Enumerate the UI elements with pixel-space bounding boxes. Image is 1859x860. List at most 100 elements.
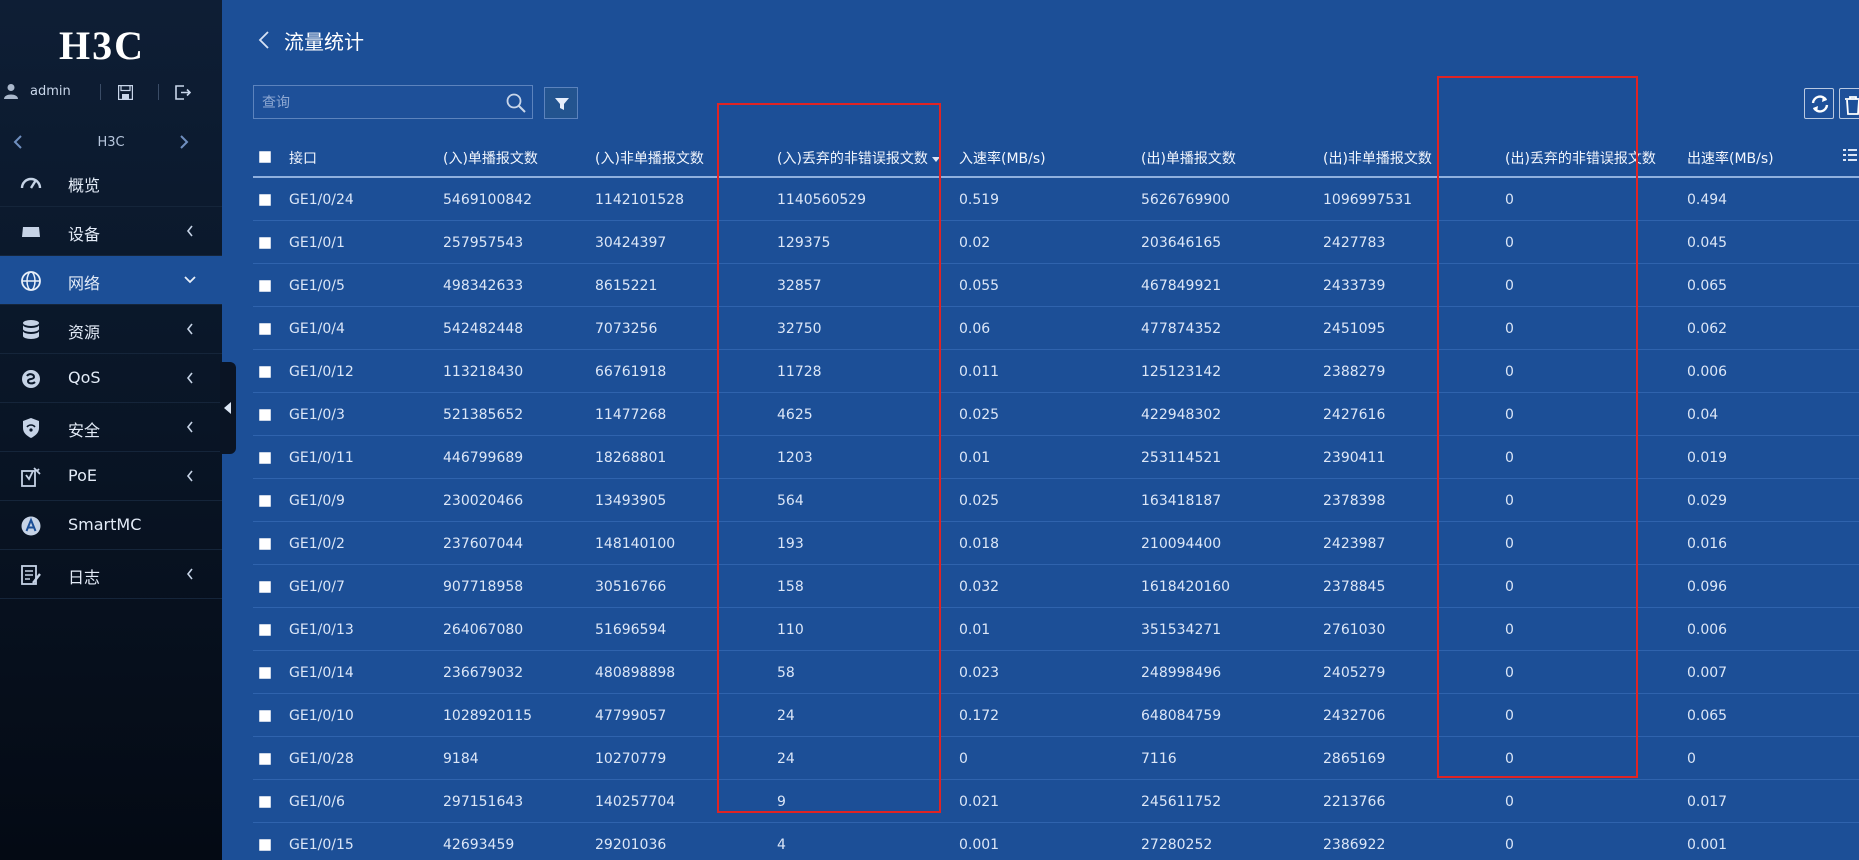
- column-header[interactable]: 接口: [289, 148, 317, 168]
- menu-item-qos[interactable]: QoS: [0, 354, 222, 403]
- search-icon[interactable]: [506, 93, 526, 113]
- chevron-right-icon[interactable]: [178, 134, 190, 150]
- row-checkbox[interactable]: [259, 495, 271, 507]
- table-cell: 237607044: [443, 536, 524, 552]
- save-icon[interactable]: [118, 85, 133, 100]
- table-cell: GE1/0/9: [289, 493, 345, 509]
- table-cell: 2865169: [1323, 751, 1386, 767]
- delete-button[interactable]: [1839, 88, 1859, 119]
- table-cell: 2378398: [1323, 493, 1386, 509]
- table-row[interactable]: GE1/0/6 297151643 140257704 9 0.021 245611752…: [253, 780, 1859, 823]
- column-settings-icon[interactable]: [1843, 148, 1857, 162]
- table-cell: 0.018: [959, 536, 1000, 552]
- table-row[interactable]: GE1/0/15 42693459 29201036 4 0.001 27280252 23…: [253, 823, 1859, 860]
- table-cell: 0.02: [959, 235, 991, 251]
- menu-item-device[interactable]: 设备: [0, 207, 222, 256]
- menu-item-security[interactable]: 安全: [0, 403, 222, 452]
- table-cell: 125123142: [1141, 364, 1222, 380]
- row-checkbox[interactable]: [259, 366, 271, 378]
- table-cell: 2405279: [1323, 665, 1386, 681]
- column-header[interactable]: 出速率(MB/s): [1687, 148, 1774, 168]
- column-header[interactable]: 入速率(MB/s): [959, 148, 1046, 168]
- table-cell: 2433739: [1323, 278, 1386, 294]
- table-cell: 0.172: [959, 708, 1000, 724]
- menu-item-log[interactable]: 日志: [0, 550, 222, 599]
- row-checkbox[interactable]: [259, 409, 271, 421]
- table-cell: 0.006: [1687, 622, 1728, 638]
- row-checkbox[interactable]: [259, 753, 271, 765]
- table-cell: 7116: [1141, 751, 1177, 767]
- table-cell: 0.062: [1687, 321, 1728, 337]
- menu-item-resource[interactable]: 资源: [0, 305, 222, 354]
- table-cell: 47799057: [595, 708, 667, 724]
- row-checkbox[interactable]: [259, 323, 271, 335]
- row-checkbox[interactable]: [259, 538, 271, 550]
- chevron-left-icon: [186, 470, 193, 482]
- column-header[interactable]: (出)非单播报文数: [1323, 148, 1432, 168]
- menu-item-network[interactable]: 网络: [0, 256, 222, 305]
- table-cell: 51696594: [595, 622, 667, 638]
- table-cell: 0.519: [959, 192, 1000, 208]
- filter-button[interactable]: [544, 87, 578, 119]
- row-checkbox[interactable]: [259, 839, 271, 851]
- table-cell: 29201036: [595, 837, 667, 853]
- table-cell: 9184: [443, 751, 479, 767]
- table-cell: 0: [1505, 794, 1514, 810]
- row-checkbox[interactable]: [259, 581, 271, 593]
- table-cell: 0.01: [959, 622, 991, 638]
- table-cell: 0.06: [959, 321, 991, 337]
- table-cell: 0.055: [959, 278, 1000, 294]
- poe-icon: [21, 467, 41, 487]
- chevron-left-icon: [186, 421, 193, 433]
- shield-icon: [23, 418, 39, 438]
- menu-item-label: 日志: [68, 568, 101, 587]
- main-content: 流量统计 接口 (入)单播报文数 (入)非单播报文数: [222, 0, 1859, 860]
- search-input[interactable]: [262, 92, 492, 114]
- table-cell: 27280252: [1141, 837, 1213, 853]
- table-cell: 0.017: [1687, 794, 1728, 810]
- column-header[interactable]: (入)非单播报文数: [595, 148, 704, 168]
- username: admin: [30, 84, 71, 99]
- globe-icon: [21, 271, 41, 291]
- menu-item-poe[interactable]: PoE: [0, 452, 222, 501]
- refresh-button[interactable]: [1804, 88, 1834, 119]
- chevron-left-icon: [186, 323, 193, 335]
- menu-item-smartmc[interactable]: SmartMC: [0, 501, 222, 550]
- table-cell: 5626769900: [1141, 192, 1231, 208]
- row-checkbox[interactable]: [259, 280, 271, 292]
- row-checkbox[interactable]: [259, 624, 271, 636]
- row-checkbox[interactable]: [259, 710, 271, 722]
- chevron-left-icon: [186, 568, 193, 580]
- row-checkbox[interactable]: [259, 667, 271, 679]
- menu-item-label: PoE: [68, 466, 97, 485]
- table-cell: GE1/0/24: [289, 192, 354, 208]
- table-cell: 203646165: [1141, 235, 1222, 251]
- table-cell: 42693459: [443, 837, 515, 853]
- table-cell: 648084759: [1141, 708, 1222, 724]
- table-cell: 351534271: [1141, 622, 1222, 638]
- row-checkbox[interactable]: [259, 237, 271, 249]
- column-header[interactable]: (入)单播报文数: [443, 148, 538, 168]
- select-all-checkbox[interactable]: [259, 151, 271, 163]
- table-cell: 467849921: [1141, 278, 1222, 294]
- table-cell: 2388279: [1323, 364, 1386, 380]
- row-checkbox[interactable]: [259, 452, 271, 464]
- table-cell: 140257704: [595, 794, 676, 810]
- column-header[interactable]: (出)单播报文数: [1141, 148, 1236, 168]
- table-cell: 1618420160: [1141, 579, 1231, 595]
- table-cell: 2213766: [1323, 794, 1386, 810]
- user-bar: admin: [0, 80, 222, 106]
- table-cell: 422948302: [1141, 407, 1222, 423]
- menu-item-label: QoS: [68, 368, 101, 387]
- table-cell: 2432706: [1323, 708, 1386, 724]
- menu-item-overview[interactable]: 概览: [0, 158, 222, 207]
- qos-icon: [22, 370, 40, 388]
- table-cell: GE1/0/15: [289, 837, 354, 853]
- table-cell: 2427616: [1323, 407, 1386, 423]
- row-checkbox[interactable]: [259, 194, 271, 206]
- logout-icon[interactable]: [175, 85, 191, 100]
- table-cell: 0.04: [1687, 407, 1719, 423]
- back-icon[interactable]: [258, 30, 270, 50]
- trash-icon: [1845, 96, 1859, 115]
- row-checkbox[interactable]: [259, 796, 271, 808]
